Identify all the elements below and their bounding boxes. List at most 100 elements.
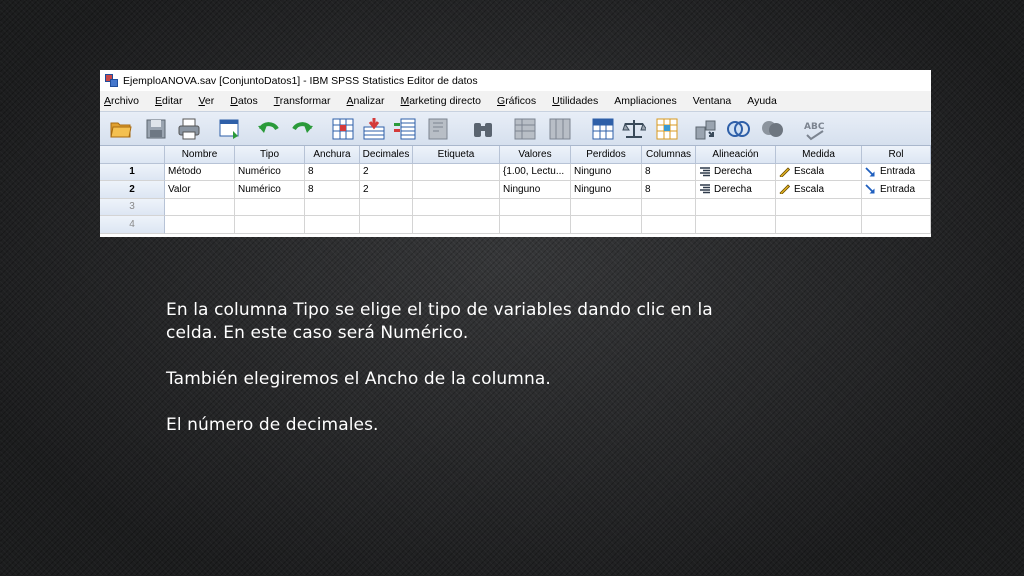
row-number[interactable]: 1: [100, 163, 165, 181]
cell-perdidos[interactable]: Ninguno: [571, 163, 642, 181]
empty-cell[interactable]: [235, 198, 305, 216]
empty-cell[interactable]: [360, 198, 413, 216]
empty-cell[interactable]: [305, 198, 360, 216]
empty-cell[interactable]: [360, 216, 413, 234]
variables-icon[interactable]: [393, 117, 417, 141]
empty-cell[interactable]: [776, 216, 862, 234]
empty-cell[interactable]: [500, 198, 571, 216]
menu-utilidades[interactable]: Utilidades: [552, 95, 598, 107]
cell-alineacion-text: Derecha: [714, 166, 752, 178]
menu-analizar[interactable]: Analizar: [347, 95, 385, 107]
cell-medida[interactable]: Escala: [776, 163, 862, 181]
cell-tipo[interactable]: Numérico: [235, 181, 305, 199]
cell-tipo[interactable]: Numérico: [235, 163, 305, 181]
menu-ver[interactable]: Ver: [198, 95, 214, 107]
col-header-rol[interactable]: Rol: [862, 146, 931, 164]
menu-bar: Archivo Editar Ver Datos Transformar Ana…: [100, 91, 931, 111]
empty-cell[interactable]: [696, 216, 776, 234]
dialog-recall-icon[interactable]: [218, 117, 242, 141]
spss-window: EjemploANOVA.sav [ConjuntoDatos1] - IBM …: [100, 70, 931, 237]
empty-cell[interactable]: [235, 216, 305, 234]
cell-rol[interactable]: Entrada: [862, 163, 931, 181]
empty-cell[interactable]: [642, 216, 696, 234]
cell-anchura[interactable]: 8: [305, 181, 360, 199]
open-folder-icon[interactable]: [109, 117, 133, 141]
menu-ventana[interactable]: Ventana: [693, 95, 732, 107]
empty-cell[interactable]: [413, 216, 500, 234]
col-header-etiqueta[interactable]: Etiqueta: [413, 146, 500, 164]
empty-cell[interactable]: [776, 198, 862, 216]
empty-cell[interactable]: [571, 198, 642, 216]
variable-view-grid: Nombre Tipo Anchura Decimales Etiqueta V…: [100, 146, 931, 234]
goto-case-icon[interactable]: [331, 117, 355, 141]
menu-marketing-directo[interactable]: Marketing directo: [400, 95, 481, 107]
cell-etiqueta[interactable]: [413, 181, 500, 199]
col-header-nombre[interactable]: Nombre: [165, 146, 235, 164]
print-icon[interactable]: [177, 117, 201, 141]
col-header-alineacion[interactable]: Alineación: [696, 146, 776, 164]
menu-graficos[interactable]: Gráficos: [497, 95, 536, 107]
split-file-icon[interactable]: [591, 117, 615, 141]
table-row: 3: [100, 198, 931, 216]
slide-caption: En la columna Tipo se elige el tipo de v…: [166, 299, 786, 437]
empty-cell[interactable]: [696, 198, 776, 216]
empty-cell[interactable]: [571, 216, 642, 234]
row-number[interactable]: 3: [100, 198, 165, 216]
cell-columnas[interactable]: 8: [642, 163, 696, 181]
row-number[interactable]: 2: [100, 181, 165, 199]
menu-editar[interactable]: Editar: [155, 95, 182, 107]
cell-valores[interactable]: {1.00, Lectu...: [500, 163, 571, 181]
empty-cell[interactable]: [862, 198, 931, 216]
empty-cell[interactable]: [500, 216, 571, 234]
goto-variable-icon[interactable]: [362, 117, 386, 141]
cell-medida[interactable]: Escala: [776, 181, 862, 199]
col-header-decimales[interactable]: Decimales: [360, 146, 413, 164]
menu-transformar[interactable]: Transformar: [274, 95, 331, 107]
col-header-anchura[interactable]: Anchura: [305, 146, 360, 164]
grid-corner[interactable]: [100, 146, 165, 164]
use-sets-icon[interactable]: [726, 117, 750, 141]
redo-icon[interactable]: [290, 117, 314, 141]
show-all-variables-icon[interactable]: [760, 117, 784, 141]
col-header-perdidos[interactable]: Perdidos: [571, 146, 642, 164]
run-descriptives-icon[interactable]: [426, 117, 450, 141]
menu-archivo[interactable]: Archivo: [104, 95, 139, 107]
spell-check-icon[interactable]: ABC: [803, 117, 827, 141]
empty-cell[interactable]: [165, 198, 235, 216]
cell-alineacion[interactable]: Derecha: [696, 163, 776, 181]
save-icon[interactable]: [144, 117, 168, 141]
insert-variable-icon[interactable]: [548, 117, 572, 141]
empty-cell[interactable]: [862, 216, 931, 234]
col-header-medida[interactable]: Medida: [776, 146, 862, 164]
cell-decimales[interactable]: 2: [360, 163, 413, 181]
empty-cell[interactable]: [305, 216, 360, 234]
cell-perdidos[interactable]: Ninguno: [571, 181, 642, 199]
col-header-valores[interactable]: Valores: [500, 146, 571, 164]
cell-rol[interactable]: Entrada: [862, 181, 931, 199]
insert-cases-icon[interactable]: [513, 117, 537, 141]
cell-etiqueta[interactable]: [413, 163, 500, 181]
select-cases-icon[interactable]: [655, 117, 679, 141]
empty-cell[interactable]: [413, 198, 500, 216]
menu-datos[interactable]: Datos: [230, 95, 257, 107]
cell-columnas[interactable]: 8: [642, 181, 696, 199]
empty-cell[interactable]: [165, 216, 235, 234]
cell-valores[interactable]: Ninguno: [500, 181, 571, 199]
find-icon[interactable]: [471, 117, 495, 141]
cell-rol-text: Entrada: [880, 183, 916, 195]
cell-medida-text: Escala: [794, 183, 825, 195]
undo-icon[interactable]: [257, 117, 281, 141]
value-labels-icon[interactable]: [694, 117, 718, 141]
col-header-columnas[interactable]: Columnas: [642, 146, 696, 164]
menu-ayuda[interactable]: Ayuda: [747, 95, 777, 107]
cell-nombre[interactable]: Método: [165, 163, 235, 181]
col-header-tipo[interactable]: Tipo: [235, 146, 305, 164]
empty-cell[interactable]: [642, 198, 696, 216]
weight-cases-icon[interactable]: [622, 117, 646, 141]
cell-decimales[interactable]: 2: [360, 181, 413, 199]
menu-ampliaciones[interactable]: Ampliaciones: [614, 95, 676, 107]
row-number[interactable]: 4: [100, 216, 165, 234]
cell-nombre[interactable]: Valor: [165, 181, 235, 199]
cell-alineacion[interactable]: Derecha: [696, 181, 776, 199]
cell-anchura[interactable]: 8: [305, 163, 360, 181]
